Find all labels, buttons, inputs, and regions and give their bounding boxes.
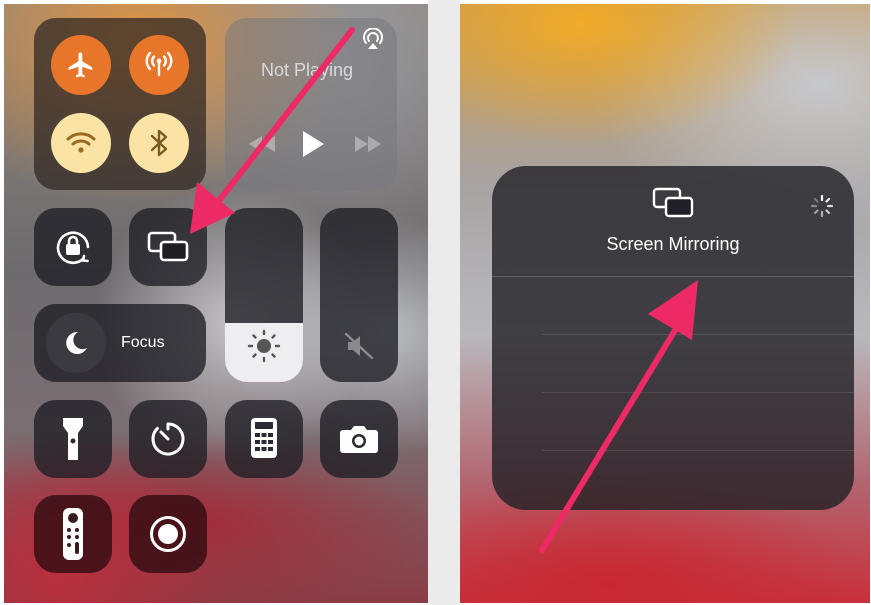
cellular-data-toggle[interactable] — [129, 35, 189, 95]
airplane-mode-toggle[interactable] — [51, 35, 111, 95]
device-list-row-divider — [542, 334, 854, 335]
focus-moon-circle — [46, 313, 106, 373]
brightness-sun-icon — [247, 329, 281, 363]
flashlight-icon — [61, 416, 85, 462]
screen-mirroring-icon — [146, 230, 190, 264]
tv-remote-icon — [62, 507, 84, 561]
bluetooth-icon — [148, 128, 170, 158]
record-icon — [149, 515, 187, 553]
wifi-toggle[interactable] — [51, 113, 111, 173]
orientation-lock-button[interactable] — [34, 208, 112, 286]
now-playing-status: Not Playing — [261, 60, 354, 80]
rotation-lock-icon — [51, 225, 95, 269]
panel-divider — [428, 0, 460, 605]
screen-mirroring-icon — [650, 186, 696, 220]
calculator-button[interactable] — [225, 400, 303, 478]
camera-button[interactable] — [320, 400, 398, 478]
play-icon[interactable] — [301, 130, 325, 158]
screen-recording-button[interactable] — [129, 495, 207, 573]
now-playing-module: Not Playing — [225, 18, 397, 190]
next-track-icon[interactable] — [355, 136, 381, 152]
connectivity-module — [34, 18, 206, 190]
camera-icon — [339, 424, 379, 454]
screen-mirroring-dialog: Screen Mirroring — [492, 166, 854, 510]
previous-track-icon[interactable] — [249, 136, 275, 152]
screen-mirroring-screenshot: Screen Mirroring — [460, 4, 870, 603]
timer-icon — [149, 420, 187, 458]
loading-spinner-icon — [810, 194, 834, 218]
device-list-row-divider — [542, 450, 854, 451]
calculator-icon — [250, 417, 278, 459]
control-center-screenshot: Not Playing Focus — [4, 4, 428, 603]
device-list-row-divider — [542, 392, 854, 393]
screen-mirroring-button[interactable] — [129, 208, 207, 286]
volume-slider[interactable] — [320, 208, 398, 382]
dialog-separator — [492, 276, 854, 277]
apple-tv-remote-button[interactable] — [34, 495, 112, 573]
wifi-icon — [65, 129, 97, 157]
airplay-audio-icon[interactable] — [361, 28, 385, 52]
focus-button[interactable]: Focus — [34, 304, 206, 382]
moon-icon — [63, 330, 89, 356]
speaker-muted-icon — [343, 331, 375, 361]
screen-mirroring-title: Screen Mirroring — [606, 234, 740, 254]
focus-label: Focus — [121, 334, 165, 351]
timer-button[interactable] — [129, 400, 207, 478]
bluetooth-toggle[interactable] — [129, 113, 189, 173]
brightness-slider[interactable] — [225, 208, 303, 382]
airplane-icon — [66, 50, 96, 80]
flashlight-button[interactable] — [34, 400, 112, 478]
cellular-antenna-icon — [143, 49, 175, 81]
